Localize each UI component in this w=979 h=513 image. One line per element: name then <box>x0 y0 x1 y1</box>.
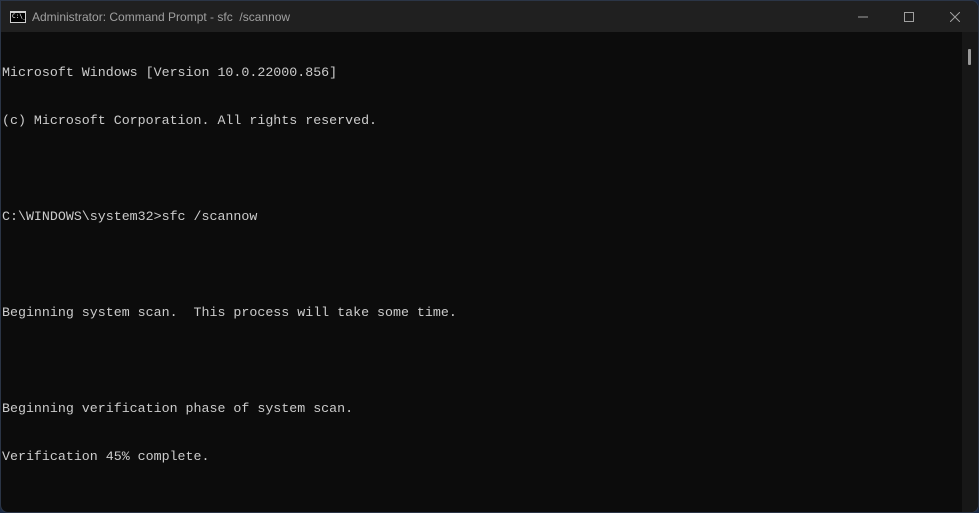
terminal-line: Beginning verification phase of system s… <box>2 401 354 416</box>
window-controls <box>840 1 978 32</box>
window-title: Administrator: Command Prompt - sfc /sca… <box>32 9 291 24</box>
close-button[interactable] <box>932 1 978 32</box>
maximize-button[interactable] <box>886 1 932 32</box>
terminal-line: Beginning system scan. This process will… <box>2 305 457 320</box>
minimize-icon <box>858 16 868 17</box>
scrollbar-thumb[interactable] <box>968 49 971 65</box>
terminal-output[interactable]: Microsoft Windows [Version 10.0.22000.85… <box>2 32 962 512</box>
maximize-icon <box>904 11 914 22</box>
vertical-scrollbar[interactable] <box>962 32 978 512</box>
icon-glyph: C:\_ <box>12 12 26 20</box>
title-bar[interactable]: C:\_ Administrator: Command Prompt - sfc… <box>1 1 978 32</box>
close-icon <box>950 11 960 22</box>
terminal-line: Microsoft Windows [Version 10.0.22000.85… <box>2 65 338 80</box>
terminal-line: Verification 45% complete. <box>2 449 210 464</box>
terminal-line: (c) Microsoft Corporation. All rights re… <box>2 113 378 128</box>
command-prompt-window: C:\_ Administrator: Command Prompt - sfc… <box>0 0 979 513</box>
command-prompt-icon[interactable]: C:\_ <box>10 10 26 23</box>
terminal-line: C:\WINDOWS\system32>sfc /scannow <box>2 209 258 224</box>
minimize-button[interactable] <box>840 1 886 32</box>
